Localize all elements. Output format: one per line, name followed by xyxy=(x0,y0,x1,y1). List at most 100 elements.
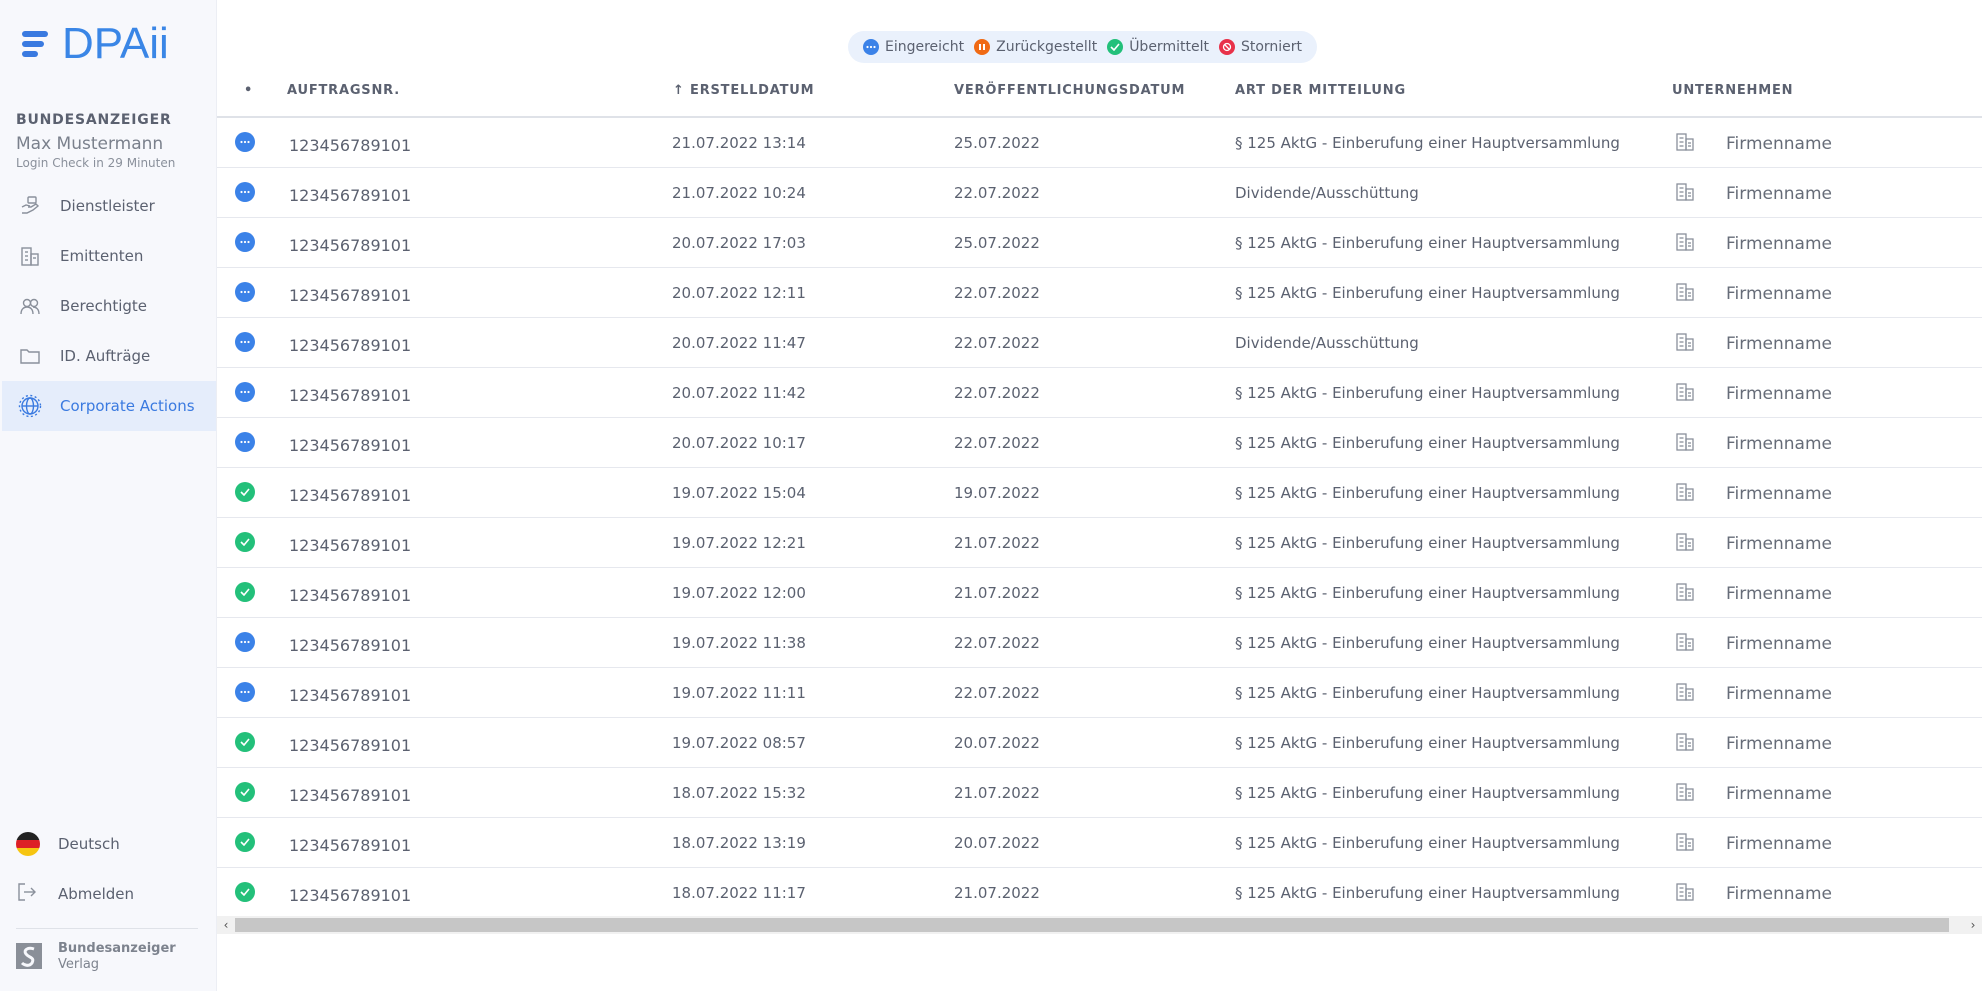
folder-icon xyxy=(18,344,42,368)
dots-icon xyxy=(235,332,255,352)
dots-icon xyxy=(235,282,255,302)
dots-icon xyxy=(863,39,879,55)
unternehmen-cell: Firmenname xyxy=(1726,284,1832,304)
art-der-mitteilung-cell: Dividende/Ausschüttung xyxy=(1235,334,1419,352)
check-icon xyxy=(235,882,255,902)
table-row[interactable]: 123456789101 19.07.2022 15:04 19.07.2022 § … xyxy=(217,468,1982,518)
legend-uebermittelt[interactable]: Übermittelt xyxy=(1107,39,1209,55)
erstelldatum-cell: 20.07.2022 12:11 xyxy=(672,284,806,302)
erstelldatum-cell: 20.07.2022 11:42 xyxy=(672,384,806,402)
auftragsnr-cell: 123456789101 xyxy=(289,686,412,705)
table-row[interactable]: 123456789101 18.07.2022 15:32 21.07.2022 § … xyxy=(217,768,1982,818)
app-logo[interactable]: DPAii xyxy=(22,20,169,68)
logo-mark-icon xyxy=(22,29,48,59)
unternehmen-cell: Firmenname xyxy=(1726,484,1832,504)
sidebar-item-berechtigte[interactable]: Berechtigte xyxy=(2,281,216,331)
legend-storniert[interactable]: Storniert xyxy=(1218,39,1302,55)
erstelldatum-cell: 20.07.2022 17:03 xyxy=(672,234,806,252)
sidebar-divider xyxy=(16,928,198,929)
veroeffentlichungsdatum-cell: 21.07.2022 xyxy=(954,534,1040,552)
unternehmen-cell: Firmenname xyxy=(1726,234,1832,254)
art-der-mitteilung-cell: § 125 AktG - Einberufung einer Hauptvers… xyxy=(1235,284,1620,302)
sidebar: DPAii BUNDESANZEIGER Max Mustermann Logi… xyxy=(0,0,217,991)
table-row[interactable]: 123456789101 20.07.2022 11:42 22.07.2022 § … xyxy=(217,368,1982,418)
logout-button[interactable]: Abmelden xyxy=(16,879,134,909)
legend-eingereicht[interactable]: Eingereicht xyxy=(863,39,964,55)
horizontal-scrollbar[interactable]: ‹ › xyxy=(217,916,1982,934)
table-row[interactable]: 123456789101 20.07.2022 12:11 22.07.2022 § … xyxy=(217,268,1982,318)
scroll-left-icon[interactable]: ‹ xyxy=(217,916,235,934)
logout-label: Abmelden xyxy=(58,885,135,903)
veroeffentlichungsdatum-cell: 22.07.2022 xyxy=(954,384,1040,402)
auftragsnr-cell: 123456789101 xyxy=(289,886,412,905)
auftragsnr-cell: 123456789101 xyxy=(289,336,412,355)
art-der-mitteilung-cell: § 125 AktG - Einberufung einer Hauptvers… xyxy=(1235,734,1620,752)
table-body: 123456789101 21.07.2022 13:14 25.07.2022 § … xyxy=(217,118,1982,918)
art-der-mitteilung-cell: § 125 AktG - Einberufung einer Hauptvers… xyxy=(1235,584,1620,602)
column-header-status[interactable]: • xyxy=(244,83,253,98)
auftragsnr-cell: 123456789101 xyxy=(289,386,412,405)
erstelldatum-cell: 18.07.2022 13:19 xyxy=(672,834,806,852)
column-header-erstelldatum[interactable]: ↑ ERSTELLDATUM xyxy=(673,83,814,98)
unternehmen-cell: Firmenname xyxy=(1726,384,1832,404)
veroeffentlichungsdatum-cell: 22.07.2022 xyxy=(954,434,1040,452)
language-switch[interactable]: Deutsch xyxy=(16,829,120,859)
sidebar-item-dienstleister[interactable]: Dienstleister xyxy=(2,181,216,231)
column-header-veroeffentlichungsdatum[interactable]: VERÖFFENTLICHUNGSDATUM xyxy=(954,83,1185,98)
veroeffentlichungsdatum-cell: 25.07.2022 xyxy=(954,134,1040,152)
art-der-mitteilung-cell: § 125 AktG - Einberufung einer Hauptvers… xyxy=(1235,684,1620,702)
table-row[interactable]: 123456789101 21.07.2022 13:14 25.07.2022 § … xyxy=(217,118,1982,168)
building-icon xyxy=(1674,231,1696,253)
table-row[interactable]: 123456789101 19.07.2022 11:38 22.07.2022 § … xyxy=(217,618,1982,668)
column-header-unternehmen[interactable]: UNTERNEHMEN xyxy=(1672,83,1793,98)
table-row[interactable]: 123456789101 19.07.2022 11:11 22.07.2022 § … xyxy=(217,668,1982,718)
auftragsnr-cell: 123456789101 xyxy=(289,486,412,505)
erstelldatum-cell: 19.07.2022 12:00 xyxy=(672,584,806,602)
unternehmen-cell: Firmenname xyxy=(1726,784,1832,804)
art-der-mitteilung-cell: § 125 AktG - Einberufung einer Hauptvers… xyxy=(1235,634,1620,652)
legend-zurueckgestellt[interactable]: Zurückgestellt xyxy=(974,39,1097,55)
art-der-mitteilung-cell: § 125 AktG - Einberufung einer Hauptvers… xyxy=(1235,784,1620,802)
sidebar-item-label: Corporate Actions xyxy=(60,397,195,415)
scrollbar-thumb[interactable] xyxy=(235,918,1949,932)
unternehmen-cell: Firmenname xyxy=(1726,334,1832,354)
column-header-art-der-mitteilung[interactable]: ART DER MITTEILUNG xyxy=(1235,83,1406,98)
sidebar-item-emittenten[interactable]: Emittenten xyxy=(2,231,216,281)
column-header-auftragsnr[interactable]: AUFTRAGSNR. xyxy=(287,83,400,98)
auftragsnr-cell: 123456789101 xyxy=(289,186,412,205)
table-row[interactable]: 123456789101 18.07.2022 11:17 21.07.2022 § … xyxy=(217,868,1982,918)
scroll-right-icon[interactable]: › xyxy=(1964,916,1982,934)
auftragsnr-cell: 123456789101 xyxy=(289,136,412,155)
status-legend: Eingereicht Zurückgestellt Übermittelt S… xyxy=(848,31,1318,63)
art-der-mitteilung-cell: § 125 AktG - Einberufung einer Hauptvers… xyxy=(1235,234,1620,252)
table-row[interactable]: 123456789101 20.07.2022 17:03 25.07.2022 § … xyxy=(217,218,1982,268)
dots-icon xyxy=(235,682,255,702)
building-icon xyxy=(1674,681,1696,703)
auftragsnr-cell: 123456789101 xyxy=(289,636,412,655)
sidebar-item-corporate-actions[interactable]: Corporate Actions xyxy=(2,381,216,431)
dots-icon xyxy=(235,382,255,402)
table-header: • AUFTRAGSNR. ↑ ERSTELLDATUM VERÖFFENTLI… xyxy=(217,80,1982,118)
sidebar-item-label: Berechtigte xyxy=(60,297,148,315)
unternehmen-cell: Firmenname xyxy=(1726,534,1832,554)
dots-icon xyxy=(235,232,255,252)
logo-text: DPAii xyxy=(62,19,169,68)
table-row[interactable]: 123456789101 21.07.2022 10:24 22.07.2022 Di… xyxy=(217,168,1982,218)
dots-icon xyxy=(235,132,255,152)
sidebar-item-id-auftraege[interactable]: ID. Aufträge xyxy=(2,331,216,381)
legend-label: Übermittelt xyxy=(1129,39,1209,55)
table-row[interactable]: 123456789101 20.07.2022 11:47 22.07.2022 Di… xyxy=(217,318,1982,368)
table-row[interactable]: 123456789101 18.07.2022 13:19 20.07.2022 § … xyxy=(217,818,1982,868)
veroeffentlichungsdatum-cell: 22.07.2022 xyxy=(954,284,1040,302)
veroeffentlichungsdatum-cell: 25.07.2022 xyxy=(954,234,1040,252)
table-row[interactable]: 123456789101 19.07.2022 12:00 21.07.2022 § … xyxy=(217,568,1982,618)
building-icon xyxy=(1674,331,1696,353)
erstelldatum-cell: 19.07.2022 12:21 xyxy=(672,534,806,552)
table-row[interactable]: 123456789101 19.07.2022 12:21 21.07.2022 § … xyxy=(217,518,1982,568)
unternehmen-cell: Firmenname xyxy=(1726,834,1832,854)
building-icon xyxy=(1674,431,1696,453)
main-content: Eingereicht Zurückgestellt Übermittelt S… xyxy=(217,0,1982,991)
table-row[interactable]: 123456789101 19.07.2022 08:57 20.07.2022 § … xyxy=(217,718,1982,768)
table-row[interactable]: 123456789101 20.07.2022 10:17 22.07.2022 § … xyxy=(217,418,1982,468)
building-icon xyxy=(1674,581,1696,603)
